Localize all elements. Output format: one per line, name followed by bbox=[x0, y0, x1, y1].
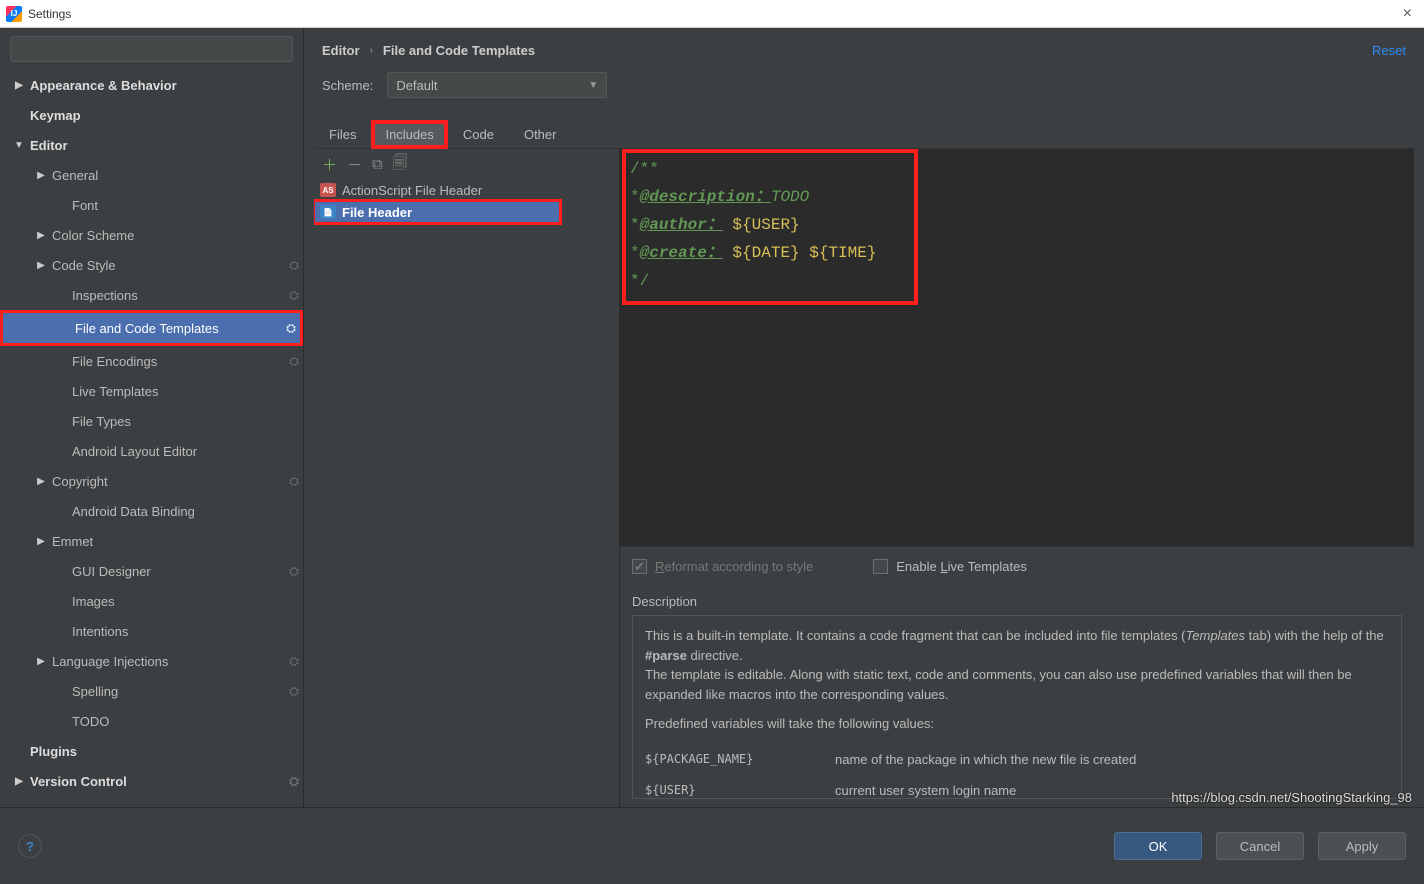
tree-font[interactable]: ▶Font bbox=[0, 190, 303, 220]
tree-intentions[interactable]: ▶Intentions bbox=[0, 616, 303, 646]
gear-icon: ⛭ bbox=[282, 321, 300, 336]
tree-keymap[interactable]: ▶Keymap bbox=[0, 100, 303, 130]
template-editor-pane: /** *@description：TODO *@author： ${USER}… bbox=[620, 149, 1414, 807]
tree-colorscheme[interactable]: ▶Color Scheme bbox=[0, 220, 303, 250]
gear-icon: ⛭ bbox=[285, 564, 303, 579]
tree-versioncontrol[interactable]: ▶Version Control⛭ bbox=[0, 766, 303, 796]
dialog-footer: ? OK Cancel Apply bbox=[0, 807, 1424, 884]
copy-icon[interactable]: ⧉ bbox=[372, 156, 383, 173]
reformat-checkbox: ✔ RReformat according to styleeformat ac… bbox=[632, 559, 813, 574]
as-file-icon: AS bbox=[320, 183, 336, 197]
tree-spelling[interactable]: ▶Spelling⛭ bbox=[0, 676, 303, 706]
description-section: Description This is a built-in template.… bbox=[620, 586, 1414, 807]
search-input[interactable] bbox=[10, 36, 293, 62]
code-editor[interactable]: /** *@description：TODO *@author： ${USER}… bbox=[620, 149, 1414, 546]
scheme-label: Scheme: bbox=[322, 78, 373, 93]
template-toolbar: ＋ － ⧉ 🗐 bbox=[314, 149, 619, 179]
gear-icon: ⛭ bbox=[285, 774, 303, 789]
description-body: This is a built-in template. It contains… bbox=[632, 615, 1402, 799]
help-button[interactable]: ? bbox=[18, 834, 42, 858]
chevron-right-icon: › bbox=[370, 45, 373, 56]
description-title: Description bbox=[632, 594, 1402, 609]
breadcrumb-editor[interactable]: Editor bbox=[322, 43, 360, 58]
list-item[interactable]: AS ActionScript File Header bbox=[314, 179, 619, 201]
table-row: ${PACKAGE_NAME}name of the package in wh… bbox=[645, 744, 1389, 776]
tree-filetypes[interactable]: ▶File Types bbox=[0, 406, 303, 436]
tree-androiddb[interactable]: ▶Android Data Binding bbox=[0, 496, 303, 526]
list-item-label: ActionScript File Header bbox=[342, 183, 482, 198]
tree-livetmpl[interactable]: ▶Live Templates bbox=[0, 376, 303, 406]
tab-other[interactable]: Other bbox=[509, 119, 572, 149]
settings-tree: ▶Appearance & Behavior ▶Keymap ▼Editor ▶… bbox=[0, 70, 303, 807]
gear-icon: ⛭ bbox=[285, 354, 303, 369]
breadcrumb: Editor › File and Code Templates Reset bbox=[304, 28, 1424, 72]
tab-code[interactable]: Code bbox=[448, 119, 509, 149]
tree-appearance[interactable]: ▶Appearance & Behavior bbox=[0, 70, 303, 100]
close-icon[interactable]: × bbox=[1397, 7, 1418, 21]
list-item-label: File Header bbox=[342, 205, 412, 220]
gear-icon: ⛭ bbox=[285, 654, 303, 669]
scheme-value: Default bbox=[396, 78, 437, 93]
remove-icon[interactable]: － bbox=[347, 154, 362, 175]
tab-includes[interactable]: Includes bbox=[371, 120, 447, 149]
breadcrumb-current: File and Code Templates bbox=[383, 43, 535, 58]
scheme-select[interactable]: Default ▼ bbox=[387, 72, 607, 98]
gear-icon: ⛭ bbox=[285, 258, 303, 273]
tree-plugins[interactable]: ▶Plugins bbox=[0, 736, 303, 766]
tree-langinj[interactable]: ▶Language Injections⛭ bbox=[0, 646, 303, 676]
file-icon: 📄 bbox=[320, 205, 336, 219]
template-list: AS ActionScript File Header 📄 File Heade… bbox=[314, 179, 619, 807]
watermark-text: https://blog.csdn.net/ShootingStarking_9… bbox=[1171, 790, 1412, 805]
template-list-pane: ＋ － ⧉ 🗐 AS ActionScript File Header 📄 Fi… bbox=[314, 149, 620, 807]
tree-codestyle[interactable]: ▶Code Style⛭ bbox=[0, 250, 303, 280]
editor-options: ✔ RReformat according to styleeformat ac… bbox=[620, 546, 1414, 586]
window-titlebar: IJ Settings × bbox=[0, 0, 1424, 28]
cancel-button[interactable]: Cancel bbox=[1216, 832, 1304, 860]
tree-images[interactable]: ▶Images bbox=[0, 586, 303, 616]
tree-emmet[interactable]: ▶Emmet bbox=[0, 526, 303, 556]
template-tabs: Files Includes Code Other bbox=[304, 118, 1424, 148]
gear-icon: ⛭ bbox=[285, 288, 303, 303]
tree-file-and-code-templates[interactable]: ▶File and Code Templates⛭ bbox=[3, 313, 300, 343]
enable-live-templates-checkbox[interactable]: Enable Live Templates bbox=[873, 559, 1027, 574]
ok-button[interactable]: OK bbox=[1114, 832, 1202, 860]
tree-guidesigner[interactable]: ▶GUI Designer⛭ bbox=[0, 556, 303, 586]
add-icon[interactable]: ＋ bbox=[322, 154, 337, 175]
refresh-icon[interactable]: 🗐 bbox=[393, 152, 408, 177]
tree-inspections[interactable]: ▶Inspections⛭ bbox=[0, 280, 303, 310]
window-title: Settings bbox=[28, 7, 71, 21]
tree-editor[interactable]: ▼Editor bbox=[0, 130, 303, 160]
app-icon: IJ bbox=[6, 6, 22, 22]
reset-link[interactable]: Reset bbox=[1372, 43, 1406, 58]
tree-fileenc[interactable]: ▶File Encodings⛭ bbox=[0, 346, 303, 376]
tree-general[interactable]: ▶General bbox=[0, 160, 303, 190]
chevron-down-icon: ▼ bbox=[588, 80, 598, 91]
list-item-selected[interactable]: 📄 File Header bbox=[314, 201, 560, 223]
tree-todo[interactable]: ▶TODO bbox=[0, 706, 303, 736]
settings-main: Editor › File and Code Templates Reset S… bbox=[304, 28, 1424, 807]
gear-icon: ⛭ bbox=[285, 474, 303, 489]
tree-copyright[interactable]: ▶Copyright⛭ bbox=[0, 466, 303, 496]
tab-files[interactable]: Files bbox=[314, 119, 371, 149]
apply-button[interactable]: Apply bbox=[1318, 832, 1406, 860]
gear-icon: ⛭ bbox=[285, 684, 303, 699]
tree-androidlayout[interactable]: ▶Android Layout Editor bbox=[0, 436, 303, 466]
settings-sidebar: 🔍 ▶Appearance & Behavior ▶Keymap ▼Editor… bbox=[0, 28, 304, 807]
